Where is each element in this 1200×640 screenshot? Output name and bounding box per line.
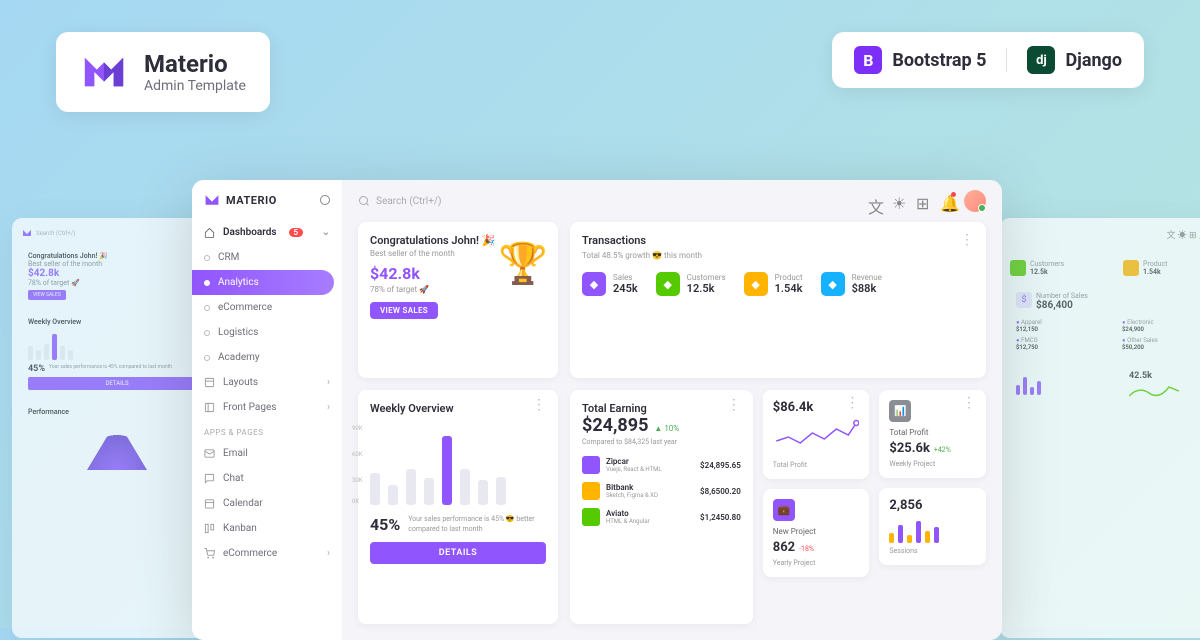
sidebar: MATERIO Dashboards 5 ⌄ CRM Analytics eCo… (192, 180, 342, 640)
stat-icon: ◆ (744, 272, 768, 296)
sidebar-item-layouts[interactable]: Layouts› (192, 370, 342, 395)
sidebar-item-calendar[interactable]: Calendar (192, 491, 342, 516)
sidebar-item-academy[interactable]: Academy (192, 345, 342, 370)
sparkline-chart (773, 419, 860, 449)
sessions-card: 2,856 Sessions (879, 488, 986, 565)
sidebar-item-email[interactable]: Email (192, 441, 342, 466)
sidebar-pin-icon[interactable] (320, 195, 330, 205)
sidebar-section-label: APPS & PAGES (192, 420, 342, 441)
transactions-card: Transactions ⋮ Total 48.5% growth 😎 this… (570, 222, 986, 378)
bootstrap-icon: B (854, 46, 882, 74)
sidebar-item-kanban[interactable]: Kanban (192, 516, 342, 541)
briefcase-icon: 💼 (773, 499, 795, 521)
weekly-bar-chart: 90K 60K 30K 0K (370, 425, 546, 505)
bg-window-right: 文 ☀ ⊞ 🔔 Customers12.5k Product1.54k ⋮ $N… (1000, 218, 1200, 638)
hero-subtitle: Admin Template (144, 78, 246, 94)
more-icon[interactable]: ⋮ (727, 402, 741, 415)
chevron-down-icon: ⌄ (322, 227, 330, 238)
sidebar-item-dashboards[interactable]: Dashboards 5 ⌄ (192, 220, 342, 245)
stat-icon: ◆ (656, 272, 680, 296)
stat-icon: ◆ (582, 272, 606, 296)
hero-title: Materio (144, 50, 246, 78)
chevron-right-icon: › (327, 402, 330, 413)
tech-django: dj Django (1027, 46, 1122, 74)
earning-row: AviatoHTML & Angular$1,2450.80 (582, 508, 741, 526)
django-icon: dj (1027, 46, 1055, 74)
earning-row: BitbankSketch, Figma & XD$8,6500.20 (582, 482, 741, 500)
sidebar-item-logistics[interactable]: Logistics (192, 320, 342, 345)
trans-item: ◆Customers12.5k (656, 272, 726, 296)
cart-icon (204, 548, 215, 559)
sidebar-item-chat[interactable]: Chat (192, 466, 342, 491)
earning-row: ZipcarVuejs, React & HTML$24,895.65 (582, 456, 741, 474)
sidebar-item-analytics[interactable]: Analytics (192, 270, 334, 295)
chevron-right-icon: › (327, 377, 330, 388)
kanban-icon (204, 523, 215, 534)
view-sales-button[interactable]: VIEW SALES (370, 302, 438, 319)
more-icon[interactable]: ⋮ (960, 237, 974, 244)
sidebar-item-ecommerce2[interactable]: eCommerce› (192, 541, 342, 566)
trophy-icon: 🏆 (498, 240, 548, 287)
chevron-right-icon: › (327, 548, 330, 559)
sidebar-header: MATERIO (192, 180, 342, 220)
tech-card: B Bootstrap 5 dj Django (832, 32, 1144, 88)
layouts-icon (204, 377, 215, 388)
main-dashboard-window: MATERIO Dashboards 5 ⌄ CRM Analytics eCo… (192, 180, 1002, 640)
more-icon[interactable]: ⋮ (532, 402, 546, 415)
trans-item: ◆Revenue$88k (821, 272, 882, 296)
search-icon (358, 195, 370, 207)
home-icon (204, 227, 215, 238)
trans-item: ◆Sales245k (582, 272, 638, 296)
bell-icon[interactable]: 🔔 (940, 194, 954, 208)
materio-logo-card: Materio Admin Template (56, 32, 270, 112)
search-input[interactable]: Search (Ctrl+/) (358, 195, 442, 207)
tech-bootstrap: B Bootstrap 5 (854, 46, 986, 74)
sidebar-item-frontpages[interactable]: Front Pages› (192, 395, 342, 420)
sidebar-brand: MATERIO (226, 194, 277, 207)
language-icon[interactable]: 文 (868, 194, 882, 208)
frontpages-icon (204, 402, 215, 413)
new-project-card: 💼 New Project 862 -18% Yearly Project (763, 489, 870, 577)
grid-icon[interactable]: ⊞ (916, 194, 930, 208)
topbar: Search (Ctrl+/) 文 ☀ ⊞ 🔔 (342, 180, 1002, 222)
calendar-icon (204, 498, 215, 509)
bg-window-left: Search (Ctrl+/) Congratulations John! 🎉 … (12, 218, 222, 638)
total-profit-mini-card: $86.4k⋮ Total Profit (763, 390, 870, 479)
more-icon[interactable]: ⋮ (962, 400, 976, 428)
main-content: Search (Ctrl+/) 文 ☀ ⊞ 🔔 Congratulations … (342, 180, 1002, 640)
congrats-card: Congratulations John! 🎉 Best seller of t… (358, 222, 558, 378)
weekly-overview-card: Weekly Overview ⋮ 90K 60K 30K 0K 45% You… (358, 390, 558, 624)
chat-icon (204, 473, 215, 484)
theme-icon[interactable]: ☀ (892, 194, 906, 208)
total-earning-card: Total Earning⋮ $24,895▲ 10% Compared to … (570, 390, 753, 624)
total-profit-weekly-card: 📊⋮ Total Profit $25.6k +42% Weekly Proje… (879, 390, 986, 478)
email-icon (204, 448, 215, 459)
chart-icon: 📊 (889, 400, 911, 422)
sidebar-item-ecommerce[interactable]: eCommerce (192, 295, 342, 320)
avatar[interactable] (964, 190, 986, 212)
materio-logo-icon (204, 192, 220, 208)
details-button[interactable]: DETAILS (370, 542, 546, 564)
more-icon[interactable]: ⋮ (845, 400, 859, 415)
trans-item: ◆Product1.54k (744, 272, 803, 296)
sidebar-item-crm[interactable]: CRM (192, 245, 342, 270)
stat-icon: ◆ (821, 272, 845, 296)
sessions-bars (889, 517, 976, 543)
dashboards-badge: 5 (289, 228, 304, 237)
materio-logo-icon (80, 48, 128, 96)
